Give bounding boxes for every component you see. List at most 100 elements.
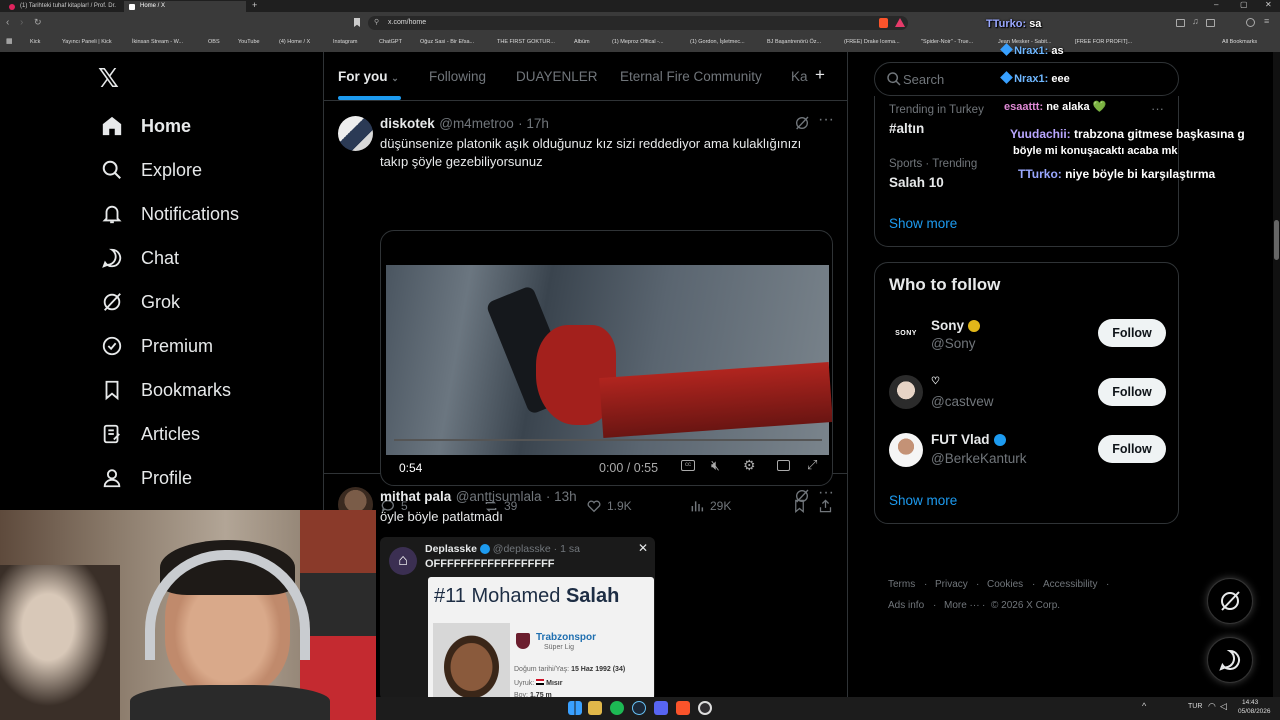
post-author-handle[interactable]: @anttisumlala xyxy=(456,489,542,504)
bookmark-item[interactable]: İkinsan Stream - W... xyxy=(132,39,183,45)
more-icon[interactable]: ··· xyxy=(1151,101,1164,116)
bookmark-item[interactable]: (FREE) Drake Icema... xyxy=(844,39,900,45)
follow-button[interactable]: Follow xyxy=(1098,378,1166,406)
bookmark-item[interactable]: Kick xyxy=(30,39,40,45)
video-scrubber-track[interactable] xyxy=(394,439,822,441)
more-icon[interactable]: ··· xyxy=(818,111,834,129)
nav-bookmarks[interactable]: Bookmarks xyxy=(100,374,231,406)
who-show-more-link[interactable]: Show more xyxy=(889,493,957,508)
apps-icon[interactable]: ▦ xyxy=(6,37,13,45)
nav-home[interactable]: Home xyxy=(100,110,191,142)
brave-icon[interactable] xyxy=(879,18,888,28)
nav-articles[interactable]: Articles xyxy=(100,418,200,450)
scrollbar-thumb[interactable] xyxy=(1274,220,1279,260)
close-window-icon[interactable]: ✕ xyxy=(1265,0,1272,9)
steam-icon[interactable] xyxy=(632,701,646,715)
bookmark-item[interactable]: YouTube xyxy=(238,39,260,45)
follow-suggestion[interactable]: ♡ @castvew Follow xyxy=(875,369,1178,421)
sony-logo-icon[interactable]: SONY xyxy=(889,317,923,351)
grok-floating-button[interactable] xyxy=(1207,578,1253,624)
footer-more[interactable]: More ··· xyxy=(944,600,980,611)
footer-privacy[interactable]: Privacy xyxy=(935,579,968,590)
bookmark-item[interactable]: (1) Meproz Offical -... xyxy=(612,39,664,45)
back-icon[interactable]: ‹ xyxy=(6,17,9,28)
obs-icon[interactable] xyxy=(698,701,712,715)
wallet-icon[interactable] xyxy=(1206,19,1215,27)
start-icon[interactable] xyxy=(568,701,582,715)
bookmark-item[interactable]: (1) Gordon, İşletmec... xyxy=(690,39,745,45)
footer-cookies[interactable]: Cookies xyxy=(987,579,1023,590)
post-author-name[interactable]: mithat pala xyxy=(380,489,451,504)
bookmark-item[interactable]: (4) Home / X xyxy=(279,39,310,45)
grok-icon[interactable] xyxy=(794,488,810,509)
follow-button[interactable]: Follow xyxy=(1098,319,1166,347)
nav-chat[interactable]: Chat xyxy=(100,242,179,274)
fullscreen-icon[interactable]: ⤢ xyxy=(807,457,817,473)
browser-tab-active[interactable]: Home / X xyxy=(124,1,246,12)
tab-ka[interactable]: Ka xyxy=(791,69,808,84)
maximize-icon[interactable]: ▢ xyxy=(1240,0,1248,9)
footer-terms[interactable]: Terms xyxy=(888,579,915,590)
x-logo-icon[interactable]: 𝕏 xyxy=(98,64,119,94)
language-indicator[interactable]: TUR xyxy=(1188,703,1202,710)
url-field[interactable]: ⚲ x.com/home xyxy=(368,16,908,30)
profile-icon[interactable] xyxy=(1246,18,1255,27)
nav-grok[interactable]: Grok xyxy=(100,286,180,318)
grok-icon[interactable] xyxy=(794,115,810,136)
post-time[interactable]: · 13h xyxy=(546,489,577,504)
tray-chevron-icon[interactable]: ^ xyxy=(1142,701,1146,711)
settings-icon[interactable]: ⚙ xyxy=(743,457,756,474)
captions-icon[interactable]: cc xyxy=(681,460,695,471)
bookmark-item[interactable]: Oğuz Sasi - Bir Efsa... xyxy=(420,39,474,45)
tab-eternal-fire[interactable]: Eternal Fire Community xyxy=(620,69,762,84)
bookmark-item[interactable]: ChatGPT xyxy=(379,39,402,45)
new-tab-button[interactable]: + xyxy=(252,0,257,10)
spotify-icon[interactable] xyxy=(610,701,624,715)
bookmark-item[interactable]: All Bookmarks xyxy=(1222,39,1257,45)
bookmark-item[interactable]: [FREE FOR PROFIT]... xyxy=(1075,39,1132,45)
bookmark-item[interactable]: Albüm xyxy=(574,39,590,45)
bookmark-item[interactable]: Instagram xyxy=(333,39,357,45)
follow-suggestion[interactable]: SONY Sony @Sony Follow xyxy=(875,311,1178,363)
footer-ads-info[interactable]: Ads info xyxy=(888,600,924,611)
bookmark-item[interactable]: THE FIRST GOKTUR... xyxy=(497,39,555,45)
post-author-handle[interactable]: @m4metroo xyxy=(439,116,513,131)
pip-icon[interactable] xyxy=(777,460,790,471)
nav-profile[interactable]: Profile xyxy=(100,462,192,494)
more-icon[interactable]: ··· xyxy=(818,484,834,502)
clock-date[interactable]: 05/08/2026 xyxy=(1238,708,1271,715)
follow-suggestion[interactable]: FUT Vlad @BerkeKanturk Follow xyxy=(875,427,1178,479)
bookmark-item[interactable]: BJ Başantrenörü Öz... xyxy=(767,39,821,45)
post[interactable]: diskotek @m4metroo · 17h ··· düşünsenize… xyxy=(324,102,847,514)
suggestion-name[interactable]: FUT Vlad xyxy=(931,432,1006,447)
messages-floating-button[interactable] xyxy=(1207,637,1253,683)
scrollbar[interactable] xyxy=(1273,52,1280,697)
rewards-icon[interactable] xyxy=(895,18,905,27)
close-icon[interactable]: ✕ xyxy=(638,541,648,555)
post-time[interactable]: · 17h xyxy=(518,116,549,131)
minimize-icon[interactable]: – xyxy=(1214,0,1218,9)
wifi-icon[interactable]: ◠ xyxy=(1208,701,1216,712)
reload-icon[interactable]: ↻ xyxy=(34,17,42,28)
add-tab-icon[interactable]: + xyxy=(815,65,825,85)
follow-button[interactable]: Follow xyxy=(1098,435,1166,463)
tab-for-you[interactable]: For you ⌄ xyxy=(338,69,399,84)
post[interactable]: mithat pala @anttisumlala · 13h ··· öyle… xyxy=(324,475,847,700)
video-player[interactable]: 0:54 0:00 / 0:55 cc 🔇︎ ⚙ ⤢ xyxy=(380,230,833,486)
suggestion-name[interactable]: ♡ xyxy=(931,376,940,387)
menu-icon[interactable]: ≡ xyxy=(1264,16,1269,26)
mute-icon[interactable]: 🔇︎ xyxy=(711,457,720,474)
avatar[interactable] xyxy=(889,375,923,409)
nav-notifications[interactable]: Notifications xyxy=(100,198,239,230)
trends-show-more-link[interactable]: Show more xyxy=(889,216,957,231)
sidebar-toggle-icon[interactable] xyxy=(1176,19,1185,27)
nav-premium[interactable]: Premium xyxy=(100,330,213,362)
bookmark-page-icon[interactable] xyxy=(354,18,360,27)
footer-accessibility[interactable]: Accessibility xyxy=(1043,579,1097,590)
bookmark-item[interactable]: Yayıncı Paneli | Kick xyxy=(62,39,112,45)
brave-icon[interactable] xyxy=(676,701,690,715)
quoted-post-image[interactable]: ⌂ Deplasske @deplasske · 1 sa ✕ OFFFFFFF… xyxy=(380,537,655,700)
bookmark-item[interactable]: "Spider-Noir" - True... xyxy=(921,39,973,45)
suggestion-name[interactable]: Sony xyxy=(931,318,981,333)
file-explorer-icon[interactable] xyxy=(588,701,602,715)
